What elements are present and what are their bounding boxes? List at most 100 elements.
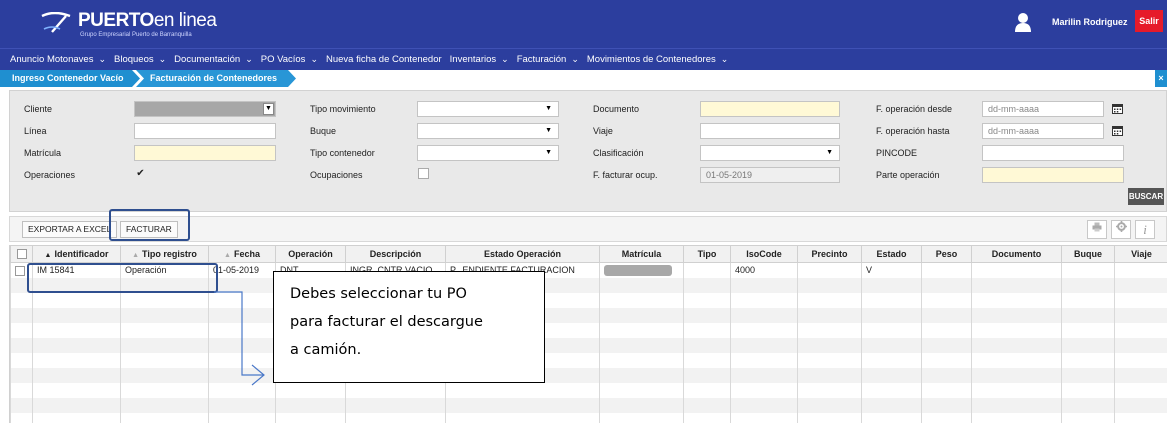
menu-item[interactable]: Inventarios ⌄ [450, 54, 509, 65]
column-header-label: Operación [288, 249, 333, 259]
column-header[interactable]: ▲ Fecha [208, 245, 276, 263]
cliente-label: Cliente [24, 104, 53, 114]
table-cell [32, 292, 121, 308]
table-cell [1114, 277, 1167, 293]
tipo-movimiento-label: Tipo movimiento [310, 104, 376, 114]
select-all-checkbox[interactable] [16, 249, 27, 260]
cliente-select[interactable]: ▼ [134, 101, 276, 117]
pincode-input[interactable] [982, 145, 1124, 161]
table-cell [208, 382, 276, 398]
chevron-down-icon: ⌄ [720, 54, 729, 64]
column-header-label: Tipo [697, 249, 717, 259]
menu-item-label: Anuncio Motonaves [10, 54, 94, 65]
table-cell [730, 307, 798, 323]
table-cell [599, 262, 684, 278]
table-cell [921, 322, 972, 338]
puerto-en-linea-logo[interactable]: PUERTOen linea Grupo Empresarial Puerto … [40, 8, 260, 40]
column-header[interactable]: Matrícula [599, 245, 684, 263]
buque-select[interactable]: ▼ [417, 123, 559, 139]
breadcrumb-item-ingreso[interactable]: Ingreso Contenedor Vacío [0, 70, 140, 87]
table-cell [921, 382, 972, 398]
linea-label: Línea [24, 126, 47, 136]
column-header[interactable]: Precinto [797, 245, 862, 263]
menu-item[interactable]: Anuncio Motonaves ⌄ [10, 54, 106, 65]
table-cell [921, 337, 972, 353]
menu-item[interactable]: PO Vacíos ⌄ [261, 54, 318, 65]
menu-item[interactable]: Movimientos de Contenedores ⌄ [587, 54, 728, 65]
column-header[interactable]: Estado Operación [445, 245, 600, 263]
tipo-contenedor-select[interactable]: ▼ [417, 145, 559, 161]
row-checkbox[interactable] [15, 265, 25, 276]
gear-icon[interactable] [1111, 220, 1131, 239]
operaciones-checkbox[interactable]: ✔ [135, 168, 146, 179]
column-header[interactable]: Documento [971, 245, 1062, 263]
column-header[interactable]: Peso [921, 245, 972, 263]
table-cell [683, 322, 731, 338]
select-all-header[interactable] [10, 245, 33, 263]
parte-operacion-label: Parte operación [876, 170, 940, 180]
search-button[interactable]: BUSCAR [1128, 188, 1164, 205]
column-header[interactable]: Estado [861, 245, 922, 263]
table-cell [1061, 352, 1115, 368]
menu-item[interactable]: Documentación ⌄ [174, 54, 253, 65]
menu-item[interactable]: Facturación ⌄ [517, 54, 579, 65]
table-cell [1061, 397, 1115, 413]
user-avatar-icon[interactable] [1015, 12, 1031, 32]
ocupaciones-checkbox[interactable] [418, 168, 429, 179]
table-cell [1061, 367, 1115, 383]
table-cell [861, 292, 922, 308]
table-cell [683, 412, 731, 423]
f-operacion-desde-input[interactable]: dd-mm-aaaa [982, 101, 1104, 117]
table-cell [861, 337, 922, 353]
table-cell [32, 382, 121, 398]
print-icon[interactable] [1087, 220, 1107, 239]
logout-button[interactable]: Salir [1135, 10, 1163, 32]
chevron-down-icon: ⌄ [310, 54, 318, 64]
column-header[interactable]: ▲ Tipo registro [120, 245, 209, 263]
column-header[interactable]: Buque [1061, 245, 1115, 263]
table-cell [208, 367, 276, 383]
calendar-icon[interactable] [1112, 103, 1123, 114]
info-icon[interactable]: i [1135, 220, 1155, 239]
column-header[interactable]: Operación [275, 245, 346, 263]
matricula-input[interactable] [134, 145, 276, 161]
table-cell [971, 382, 1062, 398]
clasificacion-select[interactable]: ▼ [700, 145, 840, 161]
table-cell [32, 322, 121, 338]
parte-operacion-input[interactable] [982, 167, 1124, 183]
linea-input[interactable] [134, 123, 276, 139]
documento-input[interactable] [700, 101, 840, 117]
column-header[interactable]: Tipo [683, 245, 731, 263]
chevron-down-icon: ⌄ [571, 54, 579, 64]
column-header[interactable]: IsoCode [730, 245, 798, 263]
table-cell: 4000 [730, 262, 798, 278]
user-name[interactable]: Marilin Rodriguez [1052, 17, 1128, 27]
column-header[interactable]: Descripción [345, 245, 446, 263]
f-operacion-hasta-input[interactable]: dd-mm-aaaa [982, 123, 1104, 139]
top-header: PUERTOen linea Grupo Empresarial Puerto … [0, 0, 1167, 48]
export-excel-button[interactable]: EXPORTAR A EXCEL [22, 221, 118, 238]
calendar-icon[interactable] [1112, 125, 1123, 136]
f-facturar-ocup-input[interactable]: 01-05-2019 [700, 167, 840, 183]
column-header[interactable]: Viaje [1114, 245, 1167, 263]
breadcrumb-item-facturacion[interactable]: Facturación de Contenedores [136, 70, 296, 87]
tipo-movimiento-select[interactable]: ▼ [417, 101, 559, 117]
table-cell [1114, 382, 1167, 398]
table-cell [921, 307, 972, 323]
table-cell [971, 352, 1062, 368]
column-header-label: Viaje [1131, 249, 1152, 259]
table-cell [797, 322, 862, 338]
callout-line: para facturar el descargue [290, 314, 483, 330]
viaje-input[interactable] [700, 123, 840, 139]
table-cell [599, 412, 684, 423]
menu-item[interactable]: Nueva ficha de Contenedor [326, 54, 442, 65]
column-header[interactable]: ▲ Identificador [32, 245, 121, 263]
table-cell [345, 382, 446, 398]
empty-table-row [10, 322, 1167, 338]
table-cell [861, 412, 922, 423]
table-cell [797, 397, 862, 413]
table-cell [683, 337, 731, 353]
close-tab-icon[interactable]: × [1155, 70, 1167, 87]
menu-item[interactable]: Bloqueos ⌄ [114, 54, 166, 65]
column-header-label: Peso [935, 249, 958, 259]
